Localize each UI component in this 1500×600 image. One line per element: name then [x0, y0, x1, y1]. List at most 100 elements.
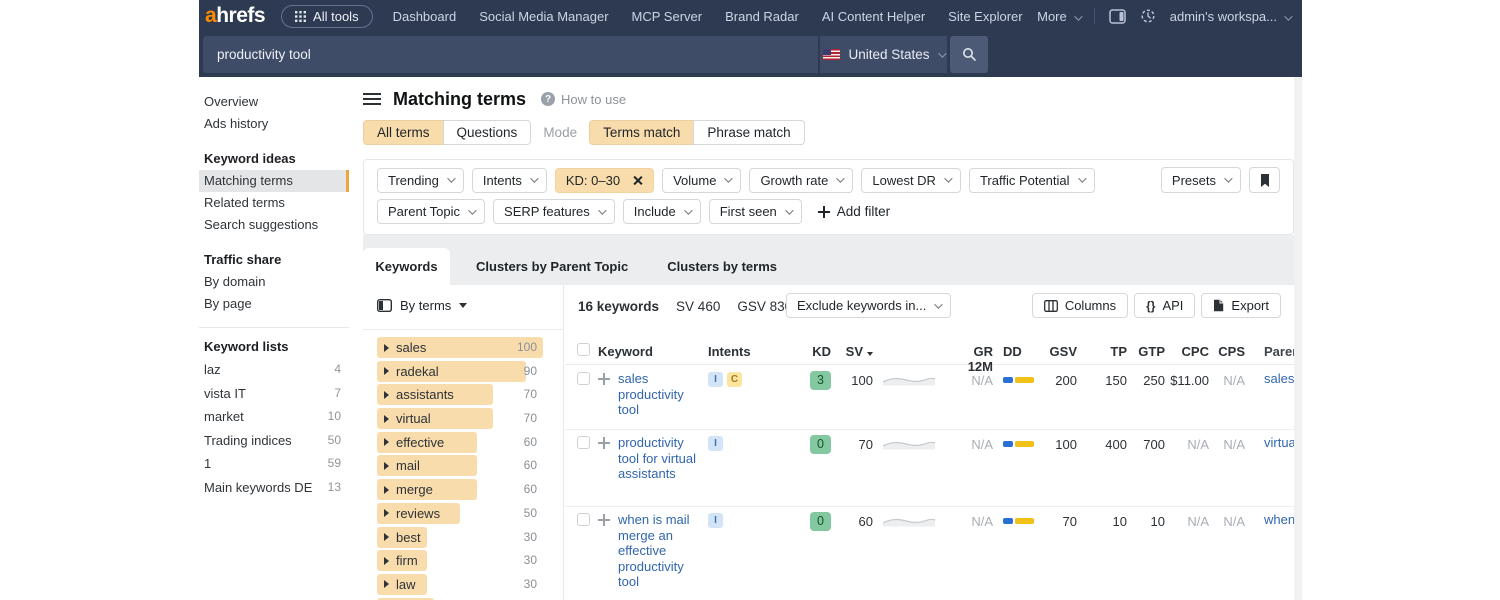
api-button[interactable]: {} API — [1134, 293, 1196, 318]
row-checkbox[interactable] — [577, 436, 590, 449]
export-button[interactable]: Export — [1201, 293, 1281, 318]
term-row[interactable]: radekal 90 — [363, 360, 563, 382]
nav-link-ai-content-helper[interactable]: AI Content Helper — [822, 9, 925, 24]
search-button[interactable] — [950, 36, 988, 73]
dd-bar-yellow — [1015, 518, 1034, 524]
filter-lowest-dr[interactable]: Lowest DR — [861, 167, 961, 193]
intent-badge-informational: I — [708, 372, 723, 387]
term-row[interactable]: best 30 — [363, 526, 563, 548]
col-header-parent[interactable]: Parent — [1264, 344, 1294, 359]
saved-filters-button[interactable] — [1249, 167, 1280, 193]
caret-right-icon — [384, 485, 389, 494]
col-header-gsv[interactable]: GSV — [1037, 344, 1077, 359]
term-row[interactable]: virtual 70 — [363, 408, 563, 430]
chevron-down-icon — [683, 205, 693, 215]
filter-parent-topic[interactable]: Parent Topic — [377, 199, 486, 224]
ahrefs-logo[interactable]: ahrefs — [205, 4, 266, 28]
presets-button[interactable]: Presets — [1160, 167, 1241, 193]
keyword-list-item[interactable]: 1 59 — [199, 452, 349, 476]
row-checkbox[interactable] — [577, 372, 590, 385]
segment-phrase-match[interactable]: Phrase match — [693, 120, 805, 145]
add-filter-button[interactable]: Add filter — [817, 204, 890, 219]
nav-link-dashboard[interactable]: Dashboard — [393, 9, 457, 24]
logo-rest: hrefs — [216, 4, 266, 27]
all-tools-button[interactable]: All tools — [281, 4, 373, 28]
filter-first-seen[interactable]: First seen — [708, 199, 802, 224]
nav-link-brand-radar[interactable]: Brand Radar — [725, 9, 799, 24]
col-header-keyword[interactable]: Keyword — [598, 344, 688, 359]
term-row[interactable]: firm 30 — [363, 550, 563, 572]
segment-terms-match[interactable]: Terms match — [589, 120, 695, 145]
select-all-checkbox[interactable] — [577, 343, 590, 356]
workspace-switcher[interactable]: admin's workspa... — [1170, 9, 1293, 24]
kd-cell: 0 — [787, 435, 831, 454]
nav-link-social-media-manager[interactable]: Social Media Manager — [479, 9, 608, 24]
filter-serp-features[interactable]: SERP features — [493, 199, 615, 224]
how-to-use-link[interactable]: ? How to use — [541, 92, 626, 107]
filter-kd-active[interactable]: KD: 0–30 — [554, 167, 655, 193]
by-terms-view-selector[interactable]: By terms — [377, 298, 468, 313]
tab-keywords[interactable]: Keywords — [363, 248, 450, 285]
col-header-dd[interactable]: DD — [1003, 344, 1035, 359]
country-selector[interactable]: United States — [820, 36, 947, 73]
filter-traffic-potential[interactable]: Traffic Potential — [968, 167, 1095, 193]
clear-filter-icon[interactable] — [632, 175, 643, 186]
exclude-keywords-button[interactable]: Exclude keywords in... — [786, 293, 952, 318]
gtp-cell: 250 — [1143, 373, 1165, 388]
keyword-list-item[interactable]: laz 4 — [199, 358, 349, 382]
keyword-link[interactable]: when is mail merge an effective producti… — [618, 512, 698, 590]
keyword-list-item[interactable]: vista IT 7 — [199, 382, 349, 406]
parent-topic-link[interactable]: whenmergeeffectprodu — [1264, 512, 1294, 528]
dd-cell — [1003, 377, 1035, 383]
col-header-cps[interactable]: CPS — [1211, 344, 1245, 359]
keyword-link[interactable]: productivity tool for virtual assistants — [618, 435, 698, 482]
keyword-list-item[interactable]: Main keywords DE 13 — [199, 476, 349, 500]
keyword-list-item[interactable]: market 10 — [199, 405, 349, 429]
columns-button[interactable]: Columns — [1031, 293, 1129, 318]
col-header-kd[interactable]: KD — [787, 344, 831, 359]
sidebar-item-matching-terms[interactable]: Matching terms — [199, 170, 349, 192]
panel-icon[interactable] — [1109, 8, 1126, 24]
sidebar-item-related-terms[interactable]: Related terms — [199, 192, 349, 214]
term-row[interactable]: mail 60 — [363, 455, 563, 477]
segment-questions[interactable]: Questions — [442, 120, 532, 145]
keyword-list-item[interactable]: Trading indices 50 — [199, 429, 349, 453]
filter-trending[interactable]: Trending — [377, 167, 464, 193]
nav-link-site-explorer[interactable]: Site Explorer — [948, 9, 1022, 24]
parent-topic-link[interactable]: virtuasoftw — [1264, 435, 1294, 451]
term-row[interactable]: sales 100 — [363, 337, 563, 358]
term-row[interactable]: merge 60 — [363, 479, 563, 501]
term-row[interactable]: assistants 70 — [363, 384, 563, 406]
segment-all-terms[interactable]: All terms — [363, 120, 444, 145]
filter-volume[interactable]: Volume — [662, 167, 742, 193]
keyword-link[interactable]: sales productivity tool — [618, 371, 698, 418]
filter-include[interactable]: Include — [622, 199, 701, 224]
kd-badge: 3 — [810, 371, 831, 390]
bookmark-icon — [1260, 173, 1269, 187]
col-header-cpc[interactable]: CPC — [1167, 344, 1209, 359]
more-menu[interactable]: More — [1037, 9, 1083, 24]
filter-growth-rate[interactable]: Growth rate — [749, 167, 854, 193]
col-header-gtp[interactable]: GTP — [1129, 344, 1165, 359]
parent-topic-link[interactable]: salesprodu — [1264, 371, 1294, 387]
filter-intents[interactable]: Intents — [471, 167, 547, 193]
tp-cell: 400 — [1105, 437, 1127, 452]
col-header-intents[interactable]: Intents — [708, 344, 751, 359]
history-icon[interactable] — [1140, 8, 1156, 24]
row-checkbox[interactable] — [577, 513, 590, 526]
nav-link-mcp-server[interactable]: MCP Server — [632, 9, 703, 24]
tab-clusters-by-parent-topic[interactable]: Clusters by Parent Topic — [463, 248, 641, 285]
term-row[interactable]: law 30 — [363, 573, 563, 595]
col-header-tp[interactable]: TP — [1087, 344, 1127, 359]
tab-clusters-by-terms[interactable]: Clusters by terms — [654, 248, 790, 285]
sidebar-item-search-suggestions[interactable]: Search suggestions — [199, 214, 349, 236]
term-row[interactable]: reviews 50 — [363, 502, 563, 524]
sidebar-item-ads-history[interactable]: Ads history — [199, 113, 349, 135]
term-row[interactable]: effective 60 — [363, 431, 563, 453]
sidebar-item-by-page[interactable]: By page — [199, 293, 349, 315]
sidebar-item-overview[interactable]: Overview — [199, 91, 349, 113]
col-header-sv[interactable]: SV — [833, 344, 873, 359]
sidebar-item-by-domain[interactable]: By domain — [199, 271, 349, 293]
hamburger-menu-icon[interactable] — [363, 93, 381, 105]
keyword-search-input[interactable] — [203, 36, 818, 73]
